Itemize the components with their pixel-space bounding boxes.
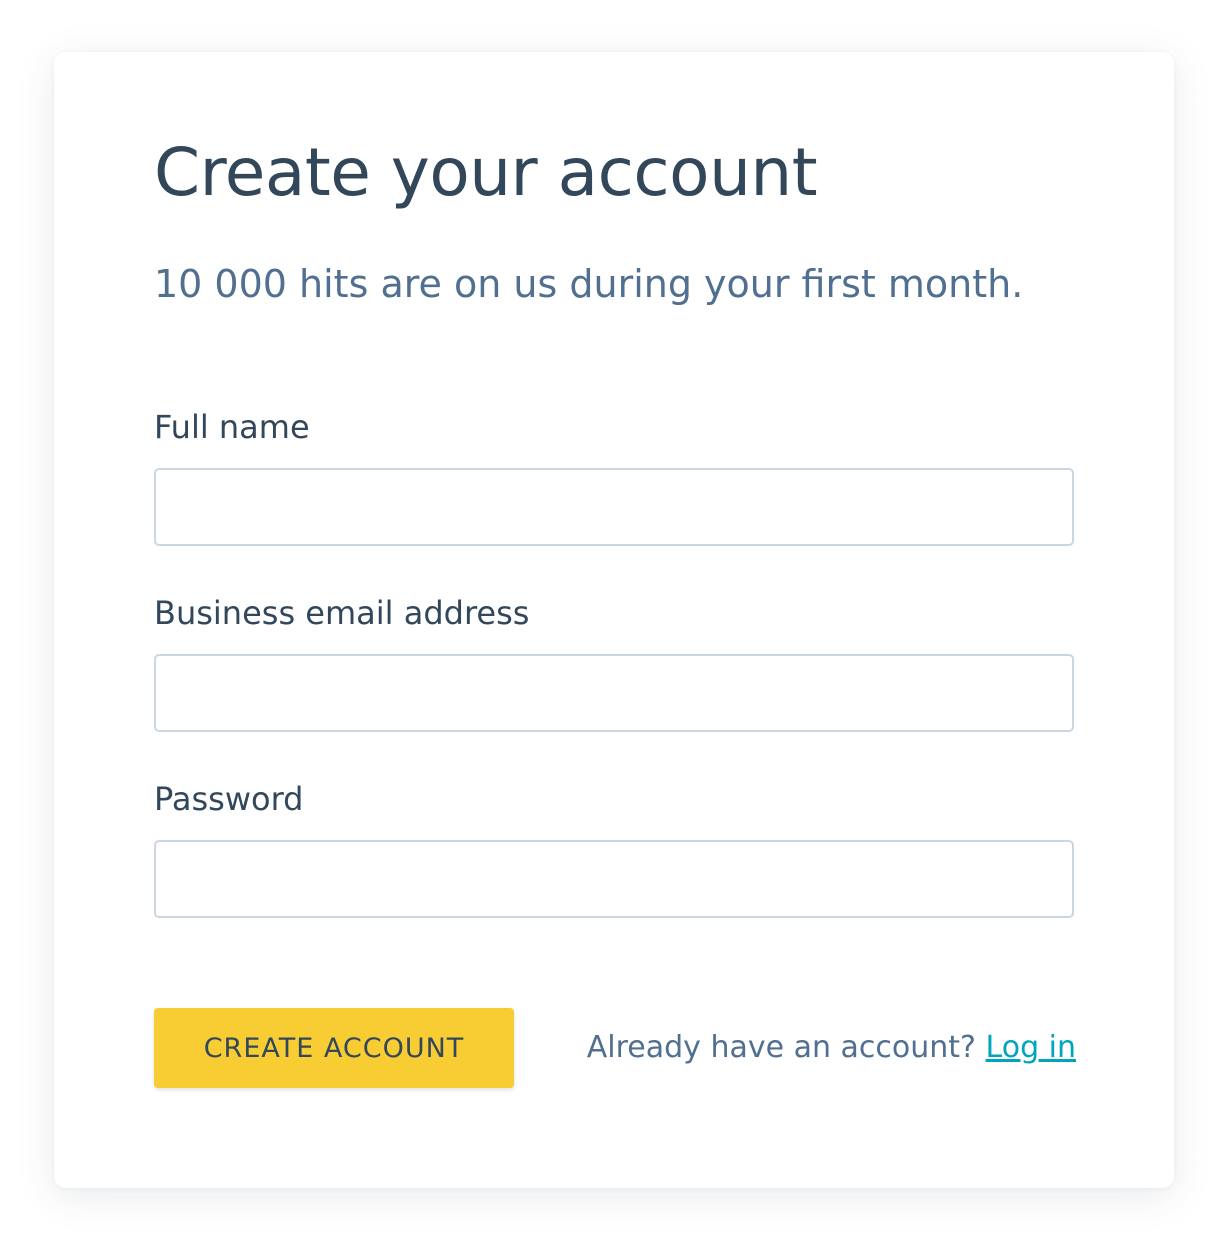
page-title: Create your account <box>154 134 818 211</box>
login-prompt-row: Already have an account? Log in <box>587 1030 1076 1065</box>
create-account-button[interactable]: CREATE ACCOUNT <box>154 1008 514 1088</box>
login-link[interactable]: Log in <box>986 1030 1076 1065</box>
page-subtitle: 10 000 hits are on us during your first … <box>154 262 1024 306</box>
email-label: Business email address <box>154 594 530 632</box>
full-name-label: Full name <box>154 408 310 446</box>
email-field[interactable] <box>154 654 1074 732</box>
full-name-input[interactable] <box>154 468 1074 546</box>
login-prompt-text: Already have an account? <box>586 1030 976 1065</box>
password-field[interactable] <box>154 840 1074 918</box>
password-label: Password <box>154 780 304 818</box>
signup-card: Create your account 10 000 hits are on u… <box>54 52 1174 1188</box>
